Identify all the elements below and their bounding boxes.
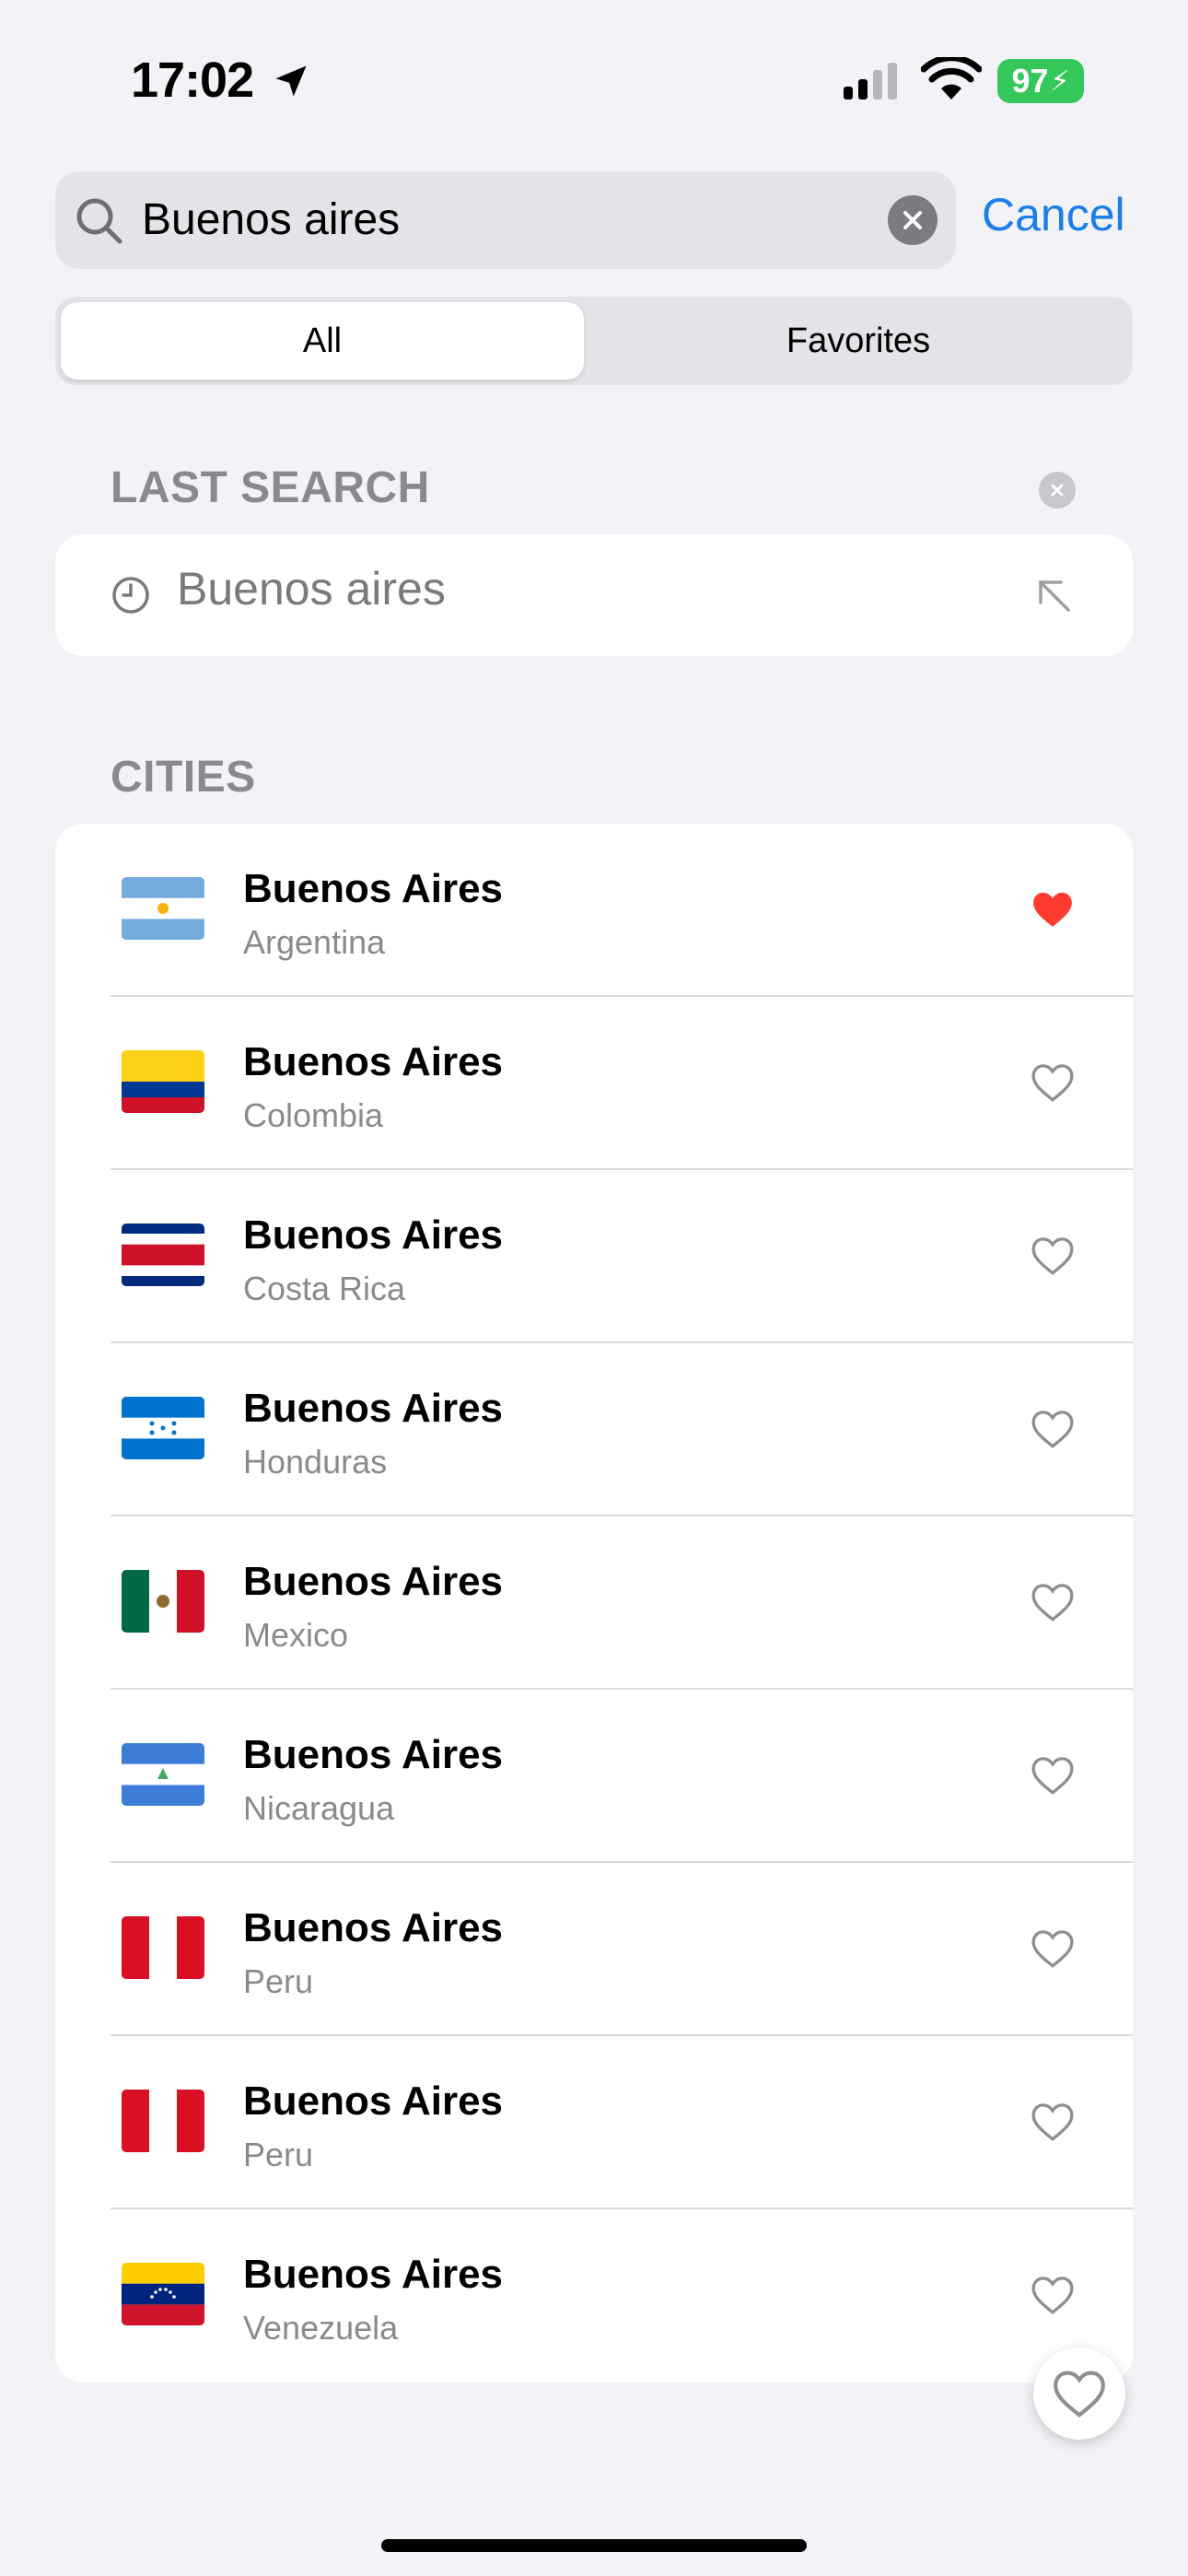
country-name: Honduras — [243, 1443, 388, 1481]
heart-outline-icon — [1031, 1237, 1074, 1275]
heart-outline-icon — [1031, 1930, 1074, 1968]
country-name: Argentina — [243, 923, 386, 961]
honduras-flag-icon — [122, 1397, 204, 1459]
cities-header: CITIES — [111, 753, 256, 802]
city-row[interactable]: Buenos Aires Honduras — [55, 1343, 1133, 1516]
last-search-item[interactable]: Buenos aires — [177, 562, 446, 615]
favorite-toggle-button[interactable] — [1030, 888, 1076, 931]
close-icon — [903, 211, 922, 229]
search-icon — [76, 198, 122, 244]
country-name: Peru — [243, 1962, 314, 2000]
city-row[interactable]: Buenos Aires Costa Rica — [55, 1170, 1133, 1343]
clear-last-search-button[interactable] — [1039, 472, 1076, 509]
country-name: Colombia — [243, 1096, 384, 1134]
country-name: Costa Rica — [243, 1270, 406, 1307]
heart-outline-icon — [1031, 1411, 1074, 1448]
cancel-button[interactable]: Cancel — [982, 188, 1125, 241]
favorite-toggle-button[interactable] — [1030, 1927, 1076, 1970]
city-name: Buenos Aires — [243, 1386, 504, 1431]
mexico-flag-icon — [122, 1570, 204, 1633]
city-row[interactable]: Buenos Aires Mexico — [55, 1516, 1133, 1690]
search-input[interactable] — [142, 186, 860, 252]
heart-outline-icon — [1054, 2371, 1105, 2418]
favorite-toggle-button[interactable] — [1030, 2274, 1076, 2316]
city-name: Buenos Aires — [243, 1905, 504, 1950]
country-name: Nicaragua — [243, 1789, 395, 1827]
argentina-flag-icon — [122, 877, 204, 940]
battery-level: 97 ⚡ — [1002, 61, 1079, 101]
peru-flag-icon — [122, 2090, 204, 2152]
colombia-flag-icon — [122, 1050, 204, 1113]
clock-icon — [112, 577, 149, 614]
favorite-toggle-button[interactable] — [1030, 1581, 1076, 1623]
city-row[interactable]: Buenos Aires Colombia — [55, 997, 1133, 1170]
peru-flag-icon — [122, 1916, 204, 1979]
battery-percent: 97 — [1011, 62, 1049, 100]
country-name: Peru — [243, 2136, 314, 2173]
heart-outline-icon — [1031, 1584, 1074, 1622]
venezuela-flag-icon — [122, 2263, 204, 2325]
segment-all[interactable]: All — [61, 302, 584, 380]
close-icon — [1051, 484, 1064, 497]
heart-outline-icon — [1031, 2103, 1074, 2141]
city-name: Buenos Aires — [243, 2252, 504, 2297]
city-row[interactable]: Buenos Aires Venezuela — [55, 2209, 1133, 2383]
heart-filled-icon — [1033, 892, 1072, 927]
city-row[interactable]: Buenos Aires Nicaragua — [55, 1690, 1133, 1863]
cellular-signal-icon — [844, 63, 897, 100]
heart-outline-icon — [1031, 1757, 1074, 1795]
charging-bolt-icon: ⚡ — [1050, 65, 1070, 97]
status-time: 17:02 — [131, 53, 254, 108]
city-row[interactable]: Buenos Aires Peru — [55, 1863, 1133, 2036]
favorite-toggle-button[interactable] — [1030, 1408, 1076, 1450]
city-name: Buenos Aires — [243, 1732, 504, 1777]
arrow-up-left-icon[interactable] — [1031, 573, 1077, 619]
favorite-toggle-button[interactable] — [1030, 1061, 1076, 1104]
location-arrow-icon — [275, 65, 307, 97]
favorite-toggle-button[interactable] — [1030, 2101, 1076, 2143]
clear-search-button[interactable] — [888, 195, 938, 245]
favorite-toggle-button[interactable] — [1030, 1235, 1076, 1277]
heart-outline-icon — [1031, 2277, 1074, 2314]
city-name: Buenos Aires — [243, 1039, 504, 1084]
favorite-toggle-button[interactable] — [1030, 1754, 1076, 1797]
city-row[interactable]: Buenos Aires Argentina — [55, 824, 1133, 997]
segment-favorites[interactable]: Favorites — [589, 302, 1127, 380]
city-name: Buenos Aires — [243, 866, 504, 911]
nicaragua-flag-icon — [122, 1743, 204, 1806]
country-name: Mexico — [243, 1616, 349, 1654]
heart-outline-icon — [1031, 1064, 1074, 1102]
costa-rica-flag-icon — [122, 1224, 204, 1286]
country-name: Venezuela — [243, 2309, 399, 2347]
city-row[interactable]: Buenos Aires Peru — [55, 2036, 1133, 2209]
city-name: Buenos Aires — [243, 1559, 504, 1604]
last-search-header: LAST SEARCH — [111, 463, 430, 512]
city-name: Buenos Aires — [243, 2078, 504, 2124]
city-name: Buenos Aires — [243, 1212, 504, 1258]
home-indicator — [381, 2539, 807, 2552]
favorites-fab-button[interactable] — [1033, 2348, 1125, 2440]
wifi-icon — [921, 57, 982, 100]
